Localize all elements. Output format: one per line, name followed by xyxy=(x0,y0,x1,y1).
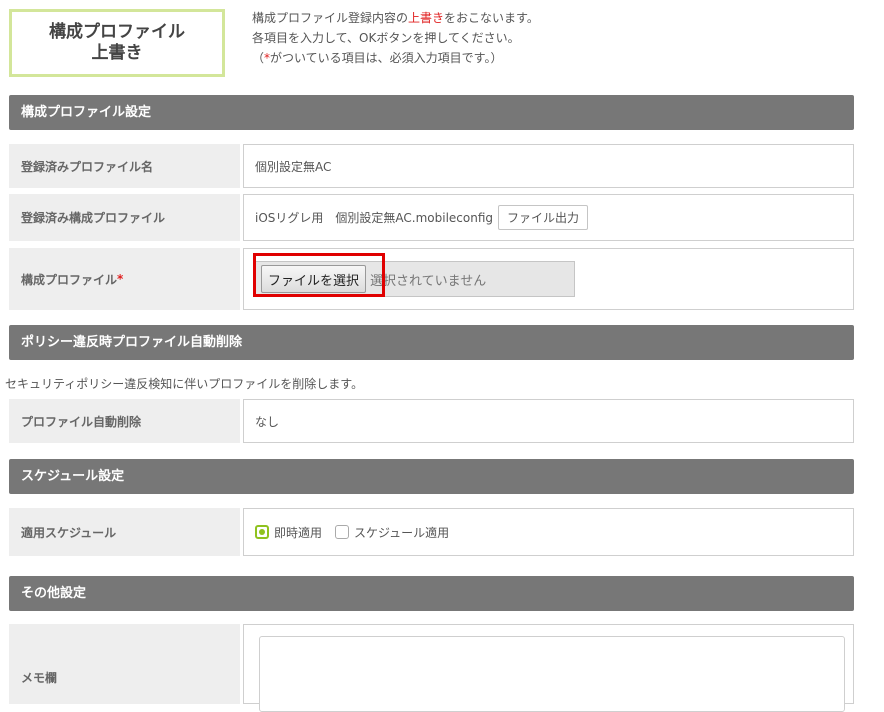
row-auto-delete: プロファイル自動削除 なし xyxy=(9,399,854,443)
intro-line1-pre: 構成プロファイル登録内容の xyxy=(252,11,409,25)
section-other: その他設定 xyxy=(9,576,854,611)
schedule-options: 即時適用 スケジュール適用 xyxy=(243,508,854,556)
no-file-selected-text: 選択されていません xyxy=(370,273,487,289)
radio-scheduled[interactable] xyxy=(335,525,350,539)
registered-name-value: 個別設定無AC xyxy=(243,144,854,188)
page-title-line2: 上書き xyxy=(91,43,143,63)
registered-name-label: 登録済みプロファイル名 xyxy=(9,144,240,188)
intro-line2: 各項目を入力して、OKボタンを押してください。 xyxy=(252,31,520,45)
choose-file-button[interactable]: ファイルを選択 xyxy=(261,265,367,293)
section-schedule: スケジュール設定 xyxy=(9,459,854,494)
row-profile-file: 構成プロファイル * ファイルを選択 選択されていません xyxy=(9,248,854,310)
schedule-label: 適用スケジュール xyxy=(9,508,240,556)
row-registered-name: 登録済みプロファイル名 個別設定無AC xyxy=(9,144,854,188)
section-policy-delete: ポリシー違反時プロファイル自動削除 xyxy=(9,325,854,360)
export-file-button[interactable]: ファイル出力 xyxy=(498,205,589,230)
required-mark: * xyxy=(117,272,124,286)
radio-selected-dot-icon xyxy=(259,529,265,535)
intro-line3-pre: （ xyxy=(252,51,265,65)
profile-label: 構成プロファイル * xyxy=(9,248,240,310)
registered-profile-label: 登録済み構成プロファイル xyxy=(9,194,240,241)
registered-profile-cell: iOSリグレ用 個別設定無AC.mobileconfig ファイル出力 xyxy=(243,194,854,241)
section-profile-settings: 構成プロファイル設定 xyxy=(9,95,854,130)
auto-delete-label: プロファイル自動削除 xyxy=(9,399,240,443)
radio-immediate[interactable] xyxy=(255,525,269,539)
page-title-line1: 構成プロファイル xyxy=(49,22,185,42)
intro-line3-post: がついている項目は、必須入力項目です。） xyxy=(270,51,503,65)
profile-label-text: 構成プロファイル xyxy=(21,272,118,287)
intro-line1-red: 上書き xyxy=(408,11,445,25)
auto-delete-value: なし xyxy=(243,399,854,443)
registered-profile-value: iOSリグレ用 個別設定無AC.mobileconfig xyxy=(255,211,494,225)
memo-textarea[interactable] xyxy=(259,636,845,712)
profile-file-cell: ファイルを選択 選択されていません xyxy=(243,248,854,310)
page-title-box: 構成プロファイル 上書き xyxy=(9,9,225,77)
file-input[interactable]: ファイルを選択 選択されていません xyxy=(255,261,575,297)
intro-text: 構成プロファイル登録内容の上書きをおこないます。 各項目を入力して、OKボタンを… xyxy=(252,8,539,68)
intro-line1-post: をおこないます。 xyxy=(444,11,539,25)
radio-immediate-label[interactable]: 即時適用 xyxy=(274,524,322,541)
memo-label: メモ欄 xyxy=(9,624,240,704)
row-registered-profile: 登録済み構成プロファイル iOSリグレ用 個別設定無AC.mobileconfi… xyxy=(9,194,854,241)
radio-scheduled-label[interactable]: スケジュール適用 xyxy=(354,524,449,541)
row-schedule: 適用スケジュール 即時適用 スケジュール適用 xyxy=(9,508,854,556)
policy-note: セキュリティポリシー違反検知に伴いプロファイルを削除します。 xyxy=(5,377,364,391)
